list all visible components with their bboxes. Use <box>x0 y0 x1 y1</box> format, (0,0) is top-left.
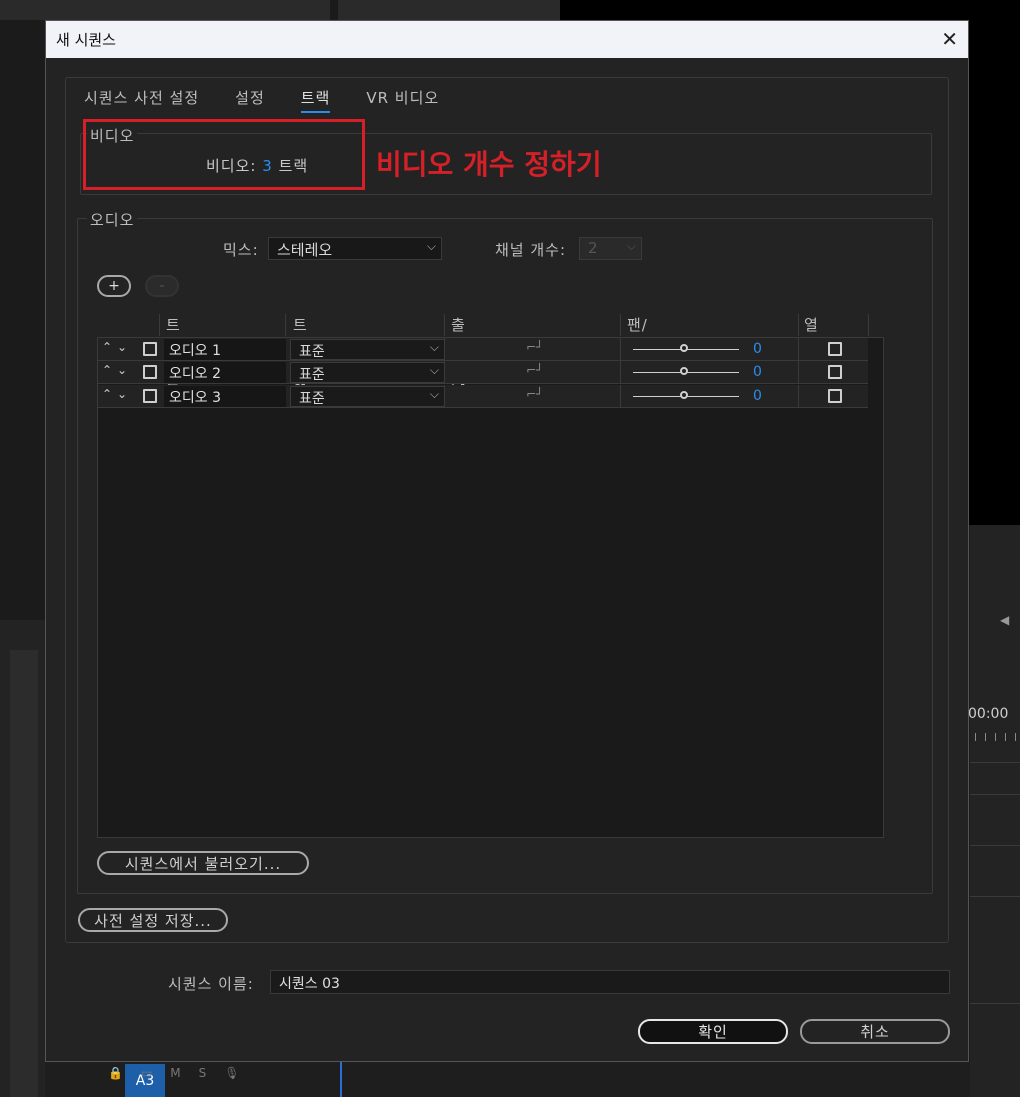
table-row: ⌃⌄ 오디오 3 표준 ⌵ ⌐┘ 0 <box>98 385 868 408</box>
move-up-down-icon[interactable]: ⌃⌄ <box>102 387 132 401</box>
column-separator <box>444 361 445 384</box>
track-type-select[interactable]: 표준 ⌵ <box>290 386 445 407</box>
mix-value: 스테레오 <box>277 241 333 259</box>
pan-slider-knob[interactable] <box>680 344 688 352</box>
open-checkbox[interactable] <box>828 365 842 379</box>
close-icon[interactable]: ✕ <box>941 27 958 51</box>
annotation-text: 비디오 개수 정하기 <box>376 148 602 181</box>
audio-group-label: 오디오 <box>87 209 138 230</box>
column-separator <box>159 314 160 336</box>
pan-slider-knob[interactable] <box>680 391 688 399</box>
chevron-down-icon: ⌵ <box>429 340 439 354</box>
import-from-sequence-button[interactable]: 시퀀스에서 불러오기... <box>97 851 309 875</box>
channel-count-select: 2 ⌵ <box>579 237 642 260</box>
tab-vr-video[interactable]: VR 비디오 <box>366 87 439 108</box>
track-type-select[interactable]: 표준 ⌵ <box>290 339 445 360</box>
tab-bar: 시퀀스 사전 설정 설정 트랙 VR 비디오 <box>84 87 439 113</box>
channel-count-label: 채널 개수: <box>495 241 567 259</box>
track-type-value: 표준 <box>299 344 325 360</box>
column-separator <box>620 314 621 336</box>
divider <box>970 794 1020 795</box>
audio-track-table <box>97 337 884 838</box>
sync-icon: ▭ <box>140 1066 153 1080</box>
divider <box>970 1003 1020 1004</box>
track-select-checkbox[interactable] <box>143 342 157 356</box>
step-back-icon: ◀ <box>1000 613 1010 627</box>
column-separator <box>285 314 286 336</box>
pan-value[interactable]: 0 <box>753 341 762 357</box>
table-row: ⌃⌄ 오디오 1 표준 ⌵ ⌐┘ 0 <box>98 338 868 361</box>
chevron-down-icon: ⌵ <box>426 239 436 253</box>
track-name-input[interactable]: 오디오 2 <box>164 362 286 383</box>
track-type-value: 표준 <box>299 367 325 383</box>
divider <box>970 845 1020 846</box>
column-separator <box>444 314 445 336</box>
mute-button[interactable]: M <box>170 1066 180 1080</box>
cancel-button[interactable]: 취소 <box>800 1019 950 1044</box>
background-panel <box>338 0 560 20</box>
output-routing-icon[interactable]: ⌐┘ <box>526 387 543 401</box>
chevron-down-icon: ⌵ <box>429 387 439 401</box>
playhead <box>340 1062 342 1097</box>
background-panel <box>0 0 330 20</box>
track-select-checkbox[interactable] <box>143 365 157 379</box>
mix-label: 믹스: <box>223 241 259 259</box>
save-preset-button[interactable]: 사전 설정 저장... <box>78 908 228 932</box>
track-controls: 🔒 ▭ M S 🎙 <box>108 1066 240 1080</box>
mix-select[interactable]: 스테레오 ⌵ <box>268 237 442 260</box>
move-up-down-icon[interactable]: ⌃⌄ <box>102 363 132 377</box>
annotation-highlight-box <box>83 119 365 190</box>
time-ruler <box>975 733 1020 741</box>
channel-count-value: 2 <box>588 239 598 257</box>
title-bar: 새 시퀀스 ✕ <box>46 21 968 58</box>
column-separator <box>868 314 869 336</box>
track-select-checkbox[interactable] <box>143 389 157 403</box>
tools-strip <box>10 650 38 1097</box>
column-separator <box>444 338 445 361</box>
dialog-title: 새 시퀀스 <box>56 31 116 49</box>
pan-value[interactable]: 0 <box>753 388 762 404</box>
track-type-select[interactable]: 표준 ⌵ <box>290 362 445 383</box>
track-type-value: 표준 <box>299 391 325 407</box>
column-separator <box>620 338 621 361</box>
microphone-icon[interactable]: 🎙 <box>224 1066 239 1080</box>
ok-button[interactable]: 확인 <box>638 1019 788 1044</box>
tab-settings[interactable]: 설정 <box>235 87 265 108</box>
timecode: 00:00 <box>968 706 1009 722</box>
track-name-input[interactable]: 오디오 1 <box>164 339 286 360</box>
sequence-name-input[interactable]: 시퀀스 03 <box>270 970 950 994</box>
table-row: ⌃⌄ 오디오 2 표준 ⌵ ⌐┘ 0 <box>98 361 868 384</box>
column-separator <box>798 385 799 408</box>
solo-button[interactable]: S <box>199 1066 207 1080</box>
output-routing-icon[interactable]: ⌐┘ <box>526 363 543 377</box>
background-panel <box>970 525 1020 1097</box>
new-sequence-dialog: 새 시퀀스 ✕ 시퀀스 사전 설정 설정 트랙 VR 비디오 비디오 비디오: … <box>45 20 969 1062</box>
chevron-down-icon: ⌵ <box>429 363 439 377</box>
chevron-down-icon: ⌵ <box>626 239 636 253</box>
pan-slider-knob[interactable] <box>680 367 688 375</box>
lock-icon: 🔒 <box>108 1066 123 1080</box>
divider <box>970 762 1020 763</box>
tab-tracks[interactable]: 트랙 <box>300 87 331 113</box>
sequence-name-label: 시퀀스 이름: <box>168 975 254 993</box>
open-checkbox[interactable] <box>828 342 842 356</box>
column-separator <box>798 361 799 384</box>
column-separator <box>444 385 445 408</box>
column-separator <box>620 361 621 384</box>
divider <box>970 896 1020 897</box>
tab-sequence-presets[interactable]: 시퀀스 사전 설정 <box>84 87 199 108</box>
output-routing-icon[interactable]: ⌐┘ <box>526 340 543 354</box>
column-separator <box>798 338 799 361</box>
column-separator <box>620 385 621 408</box>
add-track-button[interactable]: + <box>97 275 131 297</box>
track-name-input[interactable]: 오디오 3 <box>164 386 286 407</box>
remove-track-button: - <box>145 275 179 297</box>
column-separator <box>798 314 799 336</box>
move-up-down-icon[interactable]: ⌃⌄ <box>102 340 132 354</box>
open-checkbox[interactable] <box>828 389 842 403</box>
pan-value[interactable]: 0 <box>753 364 762 380</box>
